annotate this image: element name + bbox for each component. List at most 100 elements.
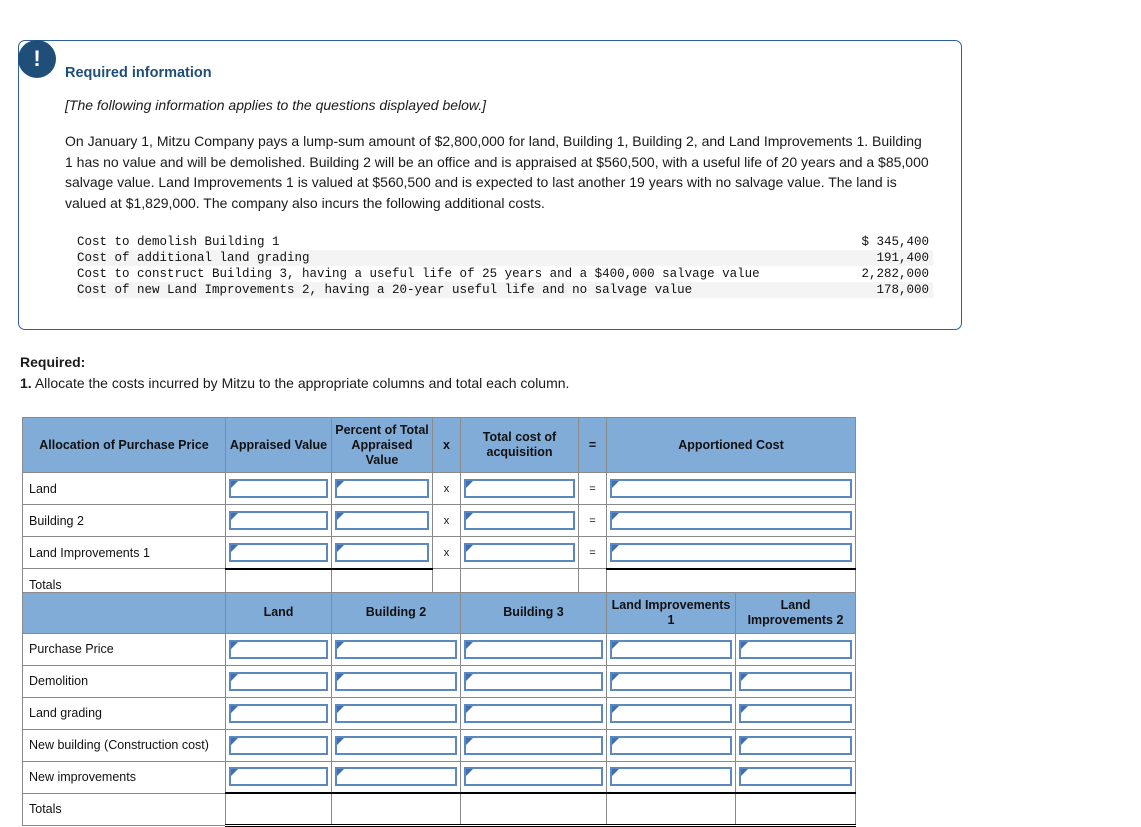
table-row: Building 2 x =: [22, 504, 856, 538]
header-equals-operator: =: [578, 416, 607, 474]
input-land-improvements-2-new-improvements[interactable]: [739, 767, 852, 787]
cell-building-2[interactable]: [331, 632, 461, 666]
input-percent-total-building-2[interactable]: [335, 511, 429, 531]
input-total-cost-land[interactable]: [464, 479, 575, 499]
input-land-improvements-1-demolition[interactable]: [610, 671, 732, 691]
cell-building-3[interactable]: [460, 728, 607, 762]
input-building-2-land-grading[interactable]: [335, 703, 457, 723]
cell-land[interactable]: [225, 728, 332, 762]
cell-land-improvements-1[interactable]: [606, 696, 736, 730]
cell-percent-total[interactable]: [331, 504, 433, 538]
input-land-improvements-2-new-building[interactable]: [739, 735, 852, 755]
cell-land[interactable]: [225, 632, 332, 666]
input-apportioned-cost-land[interactable]: [610, 479, 852, 499]
cell-land[interactable]: [225, 664, 332, 698]
header-total-cost-of-acquisition: Total cost of acquisition: [460, 416, 579, 474]
cell-total-cost[interactable]: [460, 472, 579, 506]
table-row: Demolition: [22, 664, 856, 698]
input-land-improvements-1-new-improvements[interactable]: [610, 767, 732, 787]
header-allocation-of-purchase-price: Allocation of Purchase Price: [22, 416, 226, 474]
input-building-3-demolition[interactable]: [464, 671, 603, 691]
table-row: Purchase Price: [22, 632, 856, 666]
row-label-purchase-price: Purchase Price: [22, 632, 226, 666]
required-number: 1.: [20, 375, 32, 391]
cost-amount: 191,400: [851, 249, 933, 266]
input-land-improvements-2-purchase-price[interactable]: [739, 639, 852, 659]
cell-percent-total[interactable]: [331, 472, 433, 506]
total-land-improvements-1: [606, 792, 736, 827]
input-land-new-improvements[interactable]: [229, 767, 328, 787]
cell-building-3[interactable]: [460, 760, 607, 794]
input-appraised-value-land-improvements-1[interactable]: [229, 543, 328, 562]
cell-percent-total[interactable]: [331, 536, 433, 570]
input-apportioned-cost-land-improvements-1[interactable]: [610, 543, 852, 562]
cell-apportioned-cost[interactable]: [606, 472, 856, 506]
cell-land-improvements-1[interactable]: [606, 664, 736, 698]
header-appraised-value: Appraised Value: [225, 416, 332, 474]
cell-land-improvements-2[interactable]: [735, 696, 856, 730]
cell-land[interactable]: [225, 696, 332, 730]
required-text: Allocate the costs incurred by Mitzu to …: [34, 375, 570, 391]
cost-amount: 2,282,000: [861, 266, 929, 281]
cell-building-2[interactable]: [331, 760, 461, 794]
cell-apportioned-cost[interactable]: [606, 504, 856, 538]
input-land-improvements-1-land-grading[interactable]: [610, 703, 732, 723]
input-building-3-new-improvements[interactable]: [464, 767, 603, 787]
cell-apportioned-cost[interactable]: [606, 536, 856, 570]
input-land-improvements-2-land-grading[interactable]: [739, 703, 852, 723]
cost-label: Cost of additional land grading: [77, 249, 852, 266]
input-land-demolition[interactable]: [229, 671, 328, 691]
cell-land-improvements-1[interactable]: [606, 760, 736, 794]
input-building-2-demolition[interactable]: [335, 671, 457, 691]
table1-header-row: Allocation of Purchase Price Appraised V…: [22, 416, 856, 474]
input-percent-total-land[interactable]: [335, 479, 429, 499]
cell-total-cost[interactable]: [460, 504, 579, 538]
header-land-improvements-1: Land Improvements 1: [606, 592, 736, 634]
input-building-3-new-building[interactable]: [464, 735, 603, 755]
header-percent-of-total-appraised-value: Percent of Total Appraised Value: [331, 416, 433, 474]
required-block: Required: 1. Allocate the costs incurred…: [20, 352, 569, 394]
input-total-cost-building-2[interactable]: [464, 511, 575, 531]
input-building-2-new-building[interactable]: [335, 735, 457, 755]
cell-land-improvements-2[interactable]: [735, 760, 856, 794]
table2-totals-row: Totals: [22, 792, 856, 827]
cell-building-3[interactable]: [460, 664, 607, 698]
input-land-land-grading[interactable]: [229, 703, 328, 723]
cost-amount: 178,000: [851, 281, 933, 298]
cost-row: Cost of new Land Improvements 2, having …: [77, 281, 933, 298]
cell-land-improvements-2[interactable]: [735, 664, 856, 698]
cell-building-3[interactable]: [460, 632, 607, 666]
input-land-improvements-2-demolition[interactable]: [739, 671, 852, 691]
input-land-purchase-price[interactable]: [229, 639, 328, 659]
input-building-3-purchase-price[interactable]: [464, 639, 603, 659]
cell-appraised-value[interactable]: [225, 504, 332, 538]
cell-appraised-value[interactable]: [225, 472, 332, 506]
input-building-2-purchase-price[interactable]: [335, 639, 457, 659]
total-land: [225, 792, 332, 827]
cell-building-3[interactable]: [460, 696, 607, 730]
cell-building-2[interactable]: [331, 696, 461, 730]
input-building-2-new-improvements[interactable]: [335, 767, 457, 787]
input-building-3-land-grading[interactable]: [464, 703, 603, 723]
cell-land-improvements-1[interactable]: [606, 632, 736, 666]
input-land-improvements-1-new-building[interactable]: [610, 735, 732, 755]
cell-appraised-value[interactable]: [225, 536, 332, 570]
input-appraised-value-building-2[interactable]: [229, 511, 328, 531]
operator-equals: =: [578, 472, 607, 506]
input-appraised-value-land[interactable]: [229, 479, 328, 499]
input-total-cost-land-improvements-1[interactable]: [464, 543, 575, 563]
input-apportioned-cost-building-2[interactable]: [610, 511, 852, 531]
input-land-new-building[interactable]: [229, 735, 328, 755]
cell-building-2[interactable]: [331, 664, 461, 698]
header-land-improvements-2: Land Improvements 2: [735, 592, 856, 634]
cell-building-2[interactable]: [331, 728, 461, 762]
cell-total-cost[interactable]: [460, 536, 579, 570]
cell-land-improvements-2[interactable]: [735, 728, 856, 762]
input-percent-total-land-improvements-1[interactable]: [335, 543, 429, 562]
cell-land[interactable]: [225, 760, 332, 794]
cell-land-improvements-2[interactable]: [735, 632, 856, 666]
input-land-improvements-1-purchase-price[interactable]: [610, 639, 732, 659]
cost-label: Cost of new Land Improvements 2, having …: [77, 281, 852, 298]
cost-row: Cost to demolish Building 1 $ 345,400: [77, 234, 933, 250]
cell-land-improvements-1[interactable]: [606, 728, 736, 762]
